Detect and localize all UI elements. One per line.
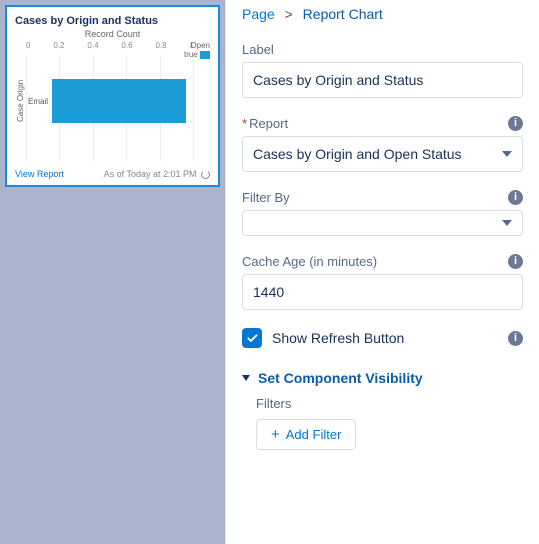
legend-swatch (200, 51, 210, 59)
chart-title: Cases by Origin and Status (15, 15, 210, 27)
show-refresh-checkbox[interactable] (242, 328, 262, 348)
add-filter-button[interactable]: + Add Filter (256, 419, 356, 450)
label-input[interactable] (242, 62, 523, 98)
chevron-down-icon (502, 220, 512, 226)
field-cache-age: Cache Age (in minutes) i (242, 254, 523, 310)
breadcrumb-current: Report Chart (303, 6, 383, 22)
plus-icon: + (271, 427, 280, 442)
bar (52, 79, 186, 123)
info-icon[interactable]: i (508, 190, 523, 205)
filters-label: Filters (256, 396, 523, 411)
view-report-link[interactable]: View Report (15, 169, 64, 179)
chevron-down-icon (502, 151, 512, 157)
filter-by-select[interactable] (242, 210, 523, 236)
label-label: Label (242, 42, 523, 57)
field-report: *Report i Cases by Origin and Open Statu… (242, 116, 523, 172)
preview-pane: Cases by Origin and Status Record Count … (0, 0, 225, 544)
report-select[interactable]: Cases by Origin and Open Status (242, 136, 523, 172)
info-icon[interactable]: i (508, 116, 523, 131)
refresh-icon[interactable] (201, 170, 210, 179)
report-select-value: Cases by Origin and Open Status (253, 146, 462, 162)
breadcrumb-separator: > (285, 6, 293, 22)
chart-subtitle: Record Count (15, 29, 210, 39)
bar-category: Email (26, 97, 52, 106)
add-filter-label: Add Filter (286, 427, 342, 442)
check-icon (246, 332, 259, 345)
label-filter-by: Filter By (242, 190, 523, 205)
chart-footer: View Report As of Today at 2:01 PM (15, 169, 210, 179)
breadcrumb-root[interactable]: Page (242, 6, 275, 22)
x-axis-ticks: 0 0.2 0.4 0.6 0.8 1 (26, 41, 194, 55)
field-filter-by: Filter By i (242, 190, 523, 236)
chart-legend: Open true (184, 41, 210, 59)
breadcrumb: Page > Report Chart (242, 6, 523, 22)
y-axis-label: Case Origin (15, 41, 26, 161)
as-of-text: As of Today at 2:01 PM (104, 169, 210, 179)
property-panel: Page > Report Chart Label *Report i Case… (225, 0, 539, 544)
chart-area: Case Origin 0 0.2 0.4 0.6 0.8 1 Open tru… (15, 41, 210, 161)
info-icon[interactable]: i (508, 331, 523, 346)
chevron-down-icon (242, 375, 250, 381)
visibility-title: Set Component Visibility (258, 370, 423, 386)
label-report: *Report (242, 116, 523, 131)
visibility-section-header[interactable]: Set Component Visibility (242, 370, 523, 386)
label-cache-age: Cache Age (in minutes) (242, 254, 523, 269)
info-icon[interactable]: i (508, 254, 523, 269)
field-show-refresh: Show Refresh Button i (242, 328, 523, 348)
report-chart-preview[interactable]: Cases by Origin and Status Record Count … (5, 5, 220, 187)
chart-plot: 0 0.2 0.4 0.6 0.8 1 Open true (26, 41, 210, 161)
bar-row: Email (26, 79, 194, 123)
field-label: Label (242, 42, 523, 98)
show-refresh-label: Show Refresh Button (272, 330, 404, 346)
cache-age-input[interactable] (242, 274, 523, 310)
